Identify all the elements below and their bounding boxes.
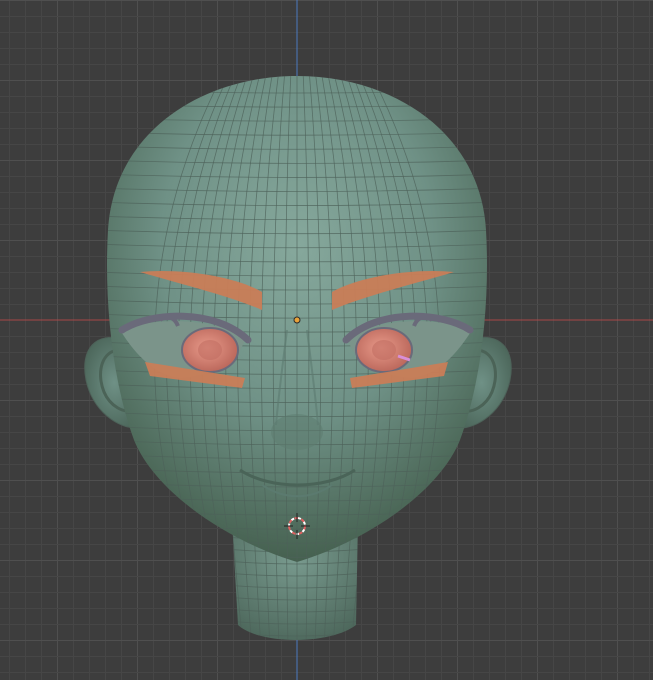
head-mesh[interactable]: [84, 70, 512, 650]
nose-shape: [271, 414, 323, 450]
3d-viewport[interactable]: [0, 0, 653, 680]
viewport-canvas: [0, 0, 653, 680]
object-origin-marker[interactable]: [293, 316, 301, 324]
